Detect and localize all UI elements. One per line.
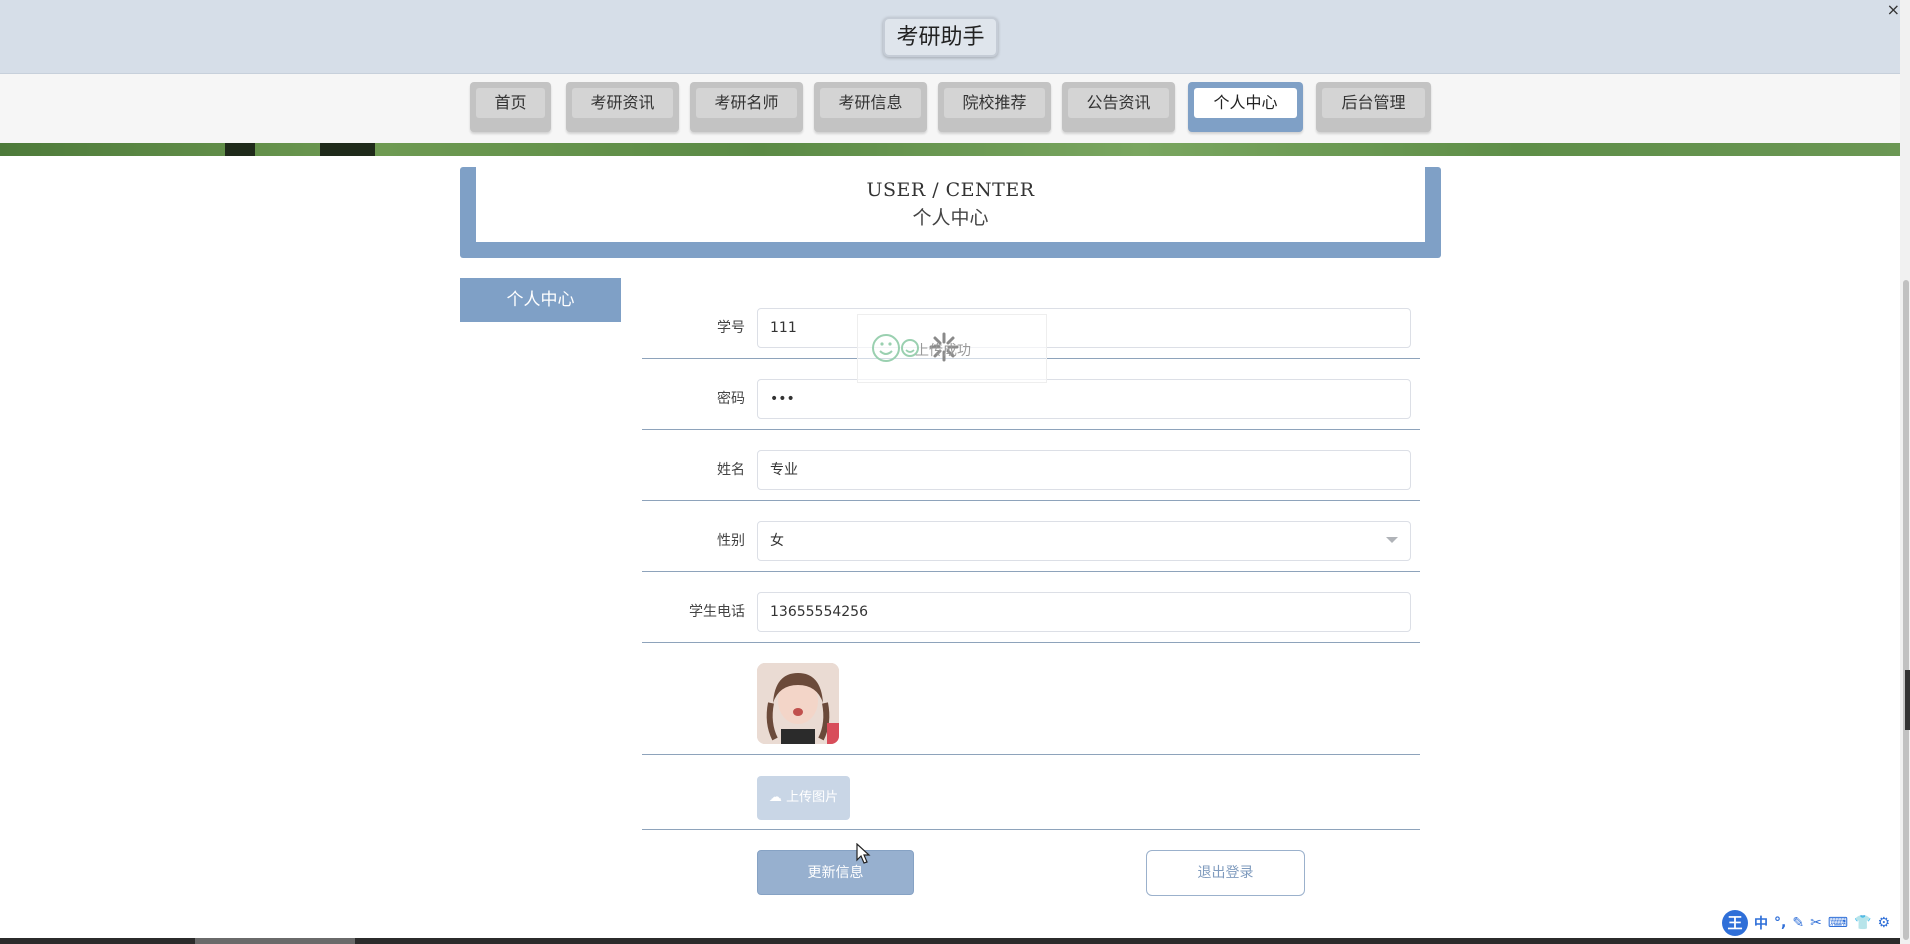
banner-image-strip bbox=[0, 143, 1900, 156]
gender-select[interactable]: 女 bbox=[757, 521, 1411, 561]
ime-settings-icon[interactable]: ⚙ bbox=[1877, 915, 1890, 931]
upload-success-text: 上传成功 bbox=[915, 343, 971, 359]
scrollbar-thumb[interactable] bbox=[1903, 280, 1909, 940]
close-icon[interactable]: × bbox=[1887, 0, 1900, 19]
ime-punct-icon[interactable]: °, bbox=[1774, 915, 1786, 931]
cloud-upload-icon: ☁ bbox=[768, 790, 782, 805]
ime-logo-icon[interactable]: 王 bbox=[1722, 910, 1748, 936]
nav-item-notices[interactable]: 公告资讯 bbox=[1062, 82, 1175, 132]
student-id-input[interactable]: 111 bbox=[757, 308, 1411, 348]
update-info-button[interactable]: 更新信息 bbox=[757, 850, 914, 895]
scrollbar-marker bbox=[1905, 670, 1910, 730]
nav-item-admin[interactable]: 后台管理 bbox=[1316, 82, 1431, 132]
gender-value: 女 bbox=[770, 533, 784, 549]
student-id-label: 学号 bbox=[717, 320, 745, 336]
nav-item-label: 后台管理 bbox=[1322, 88, 1425, 118]
nav-item-schools[interactable]: 院校推荐 bbox=[938, 82, 1051, 132]
nav-item-home[interactable]: 首页 bbox=[470, 82, 551, 132]
nav-item-user-center[interactable]: 个人中心 bbox=[1188, 82, 1303, 132]
upload-image-button[interactable]: ☁ 上传图片 bbox=[757, 776, 850, 820]
ime-pen-icon[interactable]: ✎ bbox=[1792, 915, 1804, 931]
nav-item-info[interactable]: 考研信息 bbox=[814, 82, 927, 132]
banner-detail bbox=[320, 143, 375, 156]
section-title: USER / CENTER 个人中心 bbox=[476, 167, 1425, 242]
ime-skin-icon[interactable]: 👕 bbox=[1854, 915, 1871, 931]
nav-item-news[interactable]: 考研资讯 bbox=[566, 82, 679, 132]
section-title-cn: 个人中心 bbox=[912, 207, 989, 229]
ime-toolbar: 王 中 °, ✎ ✂ ⌨ 👕 ⚙ bbox=[1722, 908, 1890, 938]
banner-detail bbox=[225, 143, 255, 156]
upload-label: 上传图片 bbox=[786, 790, 839, 805]
avatar bbox=[757, 663, 839, 744]
sidebar-tab-user-center[interactable]: 个人中心 bbox=[460, 278, 621, 322]
nav-item-label: 考研信息 bbox=[820, 88, 921, 118]
nav-item-label: 个人中心 bbox=[1194, 88, 1297, 118]
horizontal-scrollbar-thumb[interactable] bbox=[195, 938, 355, 944]
nav-item-teachers[interactable]: 考研名师 bbox=[690, 82, 803, 132]
ime-keyboard-icon[interactable]: ⌨ bbox=[1828, 915, 1848, 931]
phone-input[interactable]: 13655554256 bbox=[757, 592, 1411, 632]
logout-button[interactable]: 退出登录 bbox=[1146, 850, 1305, 896]
password-input[interactable]: ••• bbox=[757, 379, 1411, 419]
password-label: 密码 bbox=[717, 391, 745, 407]
nav-item-label: 院校推荐 bbox=[944, 88, 1045, 118]
phone-label: 学生电话 bbox=[689, 604, 745, 620]
chevron-down-icon bbox=[1386, 537, 1398, 543]
ime-lang-icon[interactable]: 中 bbox=[1754, 913, 1768, 933]
nav-item-label: 首页 bbox=[476, 88, 545, 118]
nav-item-label: 考研资讯 bbox=[572, 88, 673, 118]
nav-item-label: 考研名师 bbox=[696, 88, 797, 118]
nav-item-label: 公告资讯 bbox=[1068, 88, 1169, 118]
gender-label: 性别 bbox=[717, 533, 745, 549]
section-title-en: USER / CENTER bbox=[866, 179, 1035, 201]
name-label: 姓名 bbox=[717, 462, 745, 478]
name-input[interactable]: 专业 bbox=[757, 450, 1411, 490]
ime-scissors-icon[interactable]: ✂ bbox=[1810, 915, 1822, 931]
mouse-cursor-icon bbox=[856, 843, 871, 864]
app-title: 考研助手 bbox=[883, 17, 998, 57]
